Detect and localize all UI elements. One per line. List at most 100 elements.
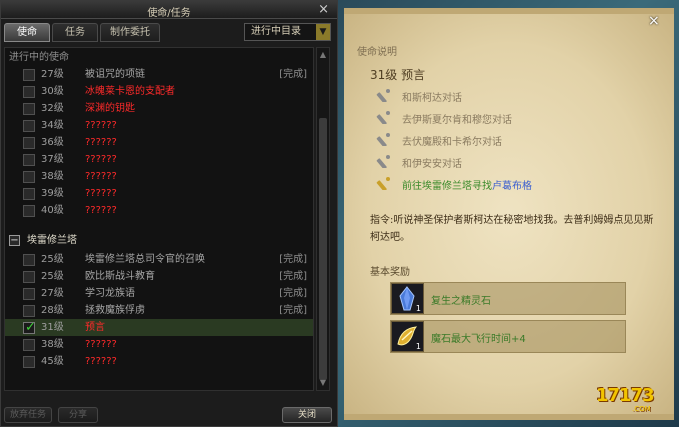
track-checkbox[interactable]: [23, 137, 35, 149]
close-icon[interactable]: ×: [648, 13, 660, 29]
site-logo: 17173 .COM: [596, 381, 674, 419]
quest-title: 31级 预言: [370, 68, 426, 82]
reward-name: 魔石最大飞行时间+4: [431, 334, 526, 345]
quest-name: ??????: [85, 171, 117, 182]
quest-row[interactable]: 32级 深渊的钥匙: [5, 100, 313, 117]
quest-name: 埃雷修兰塔总司令官的召唤: [85, 254, 205, 265]
group-header[interactable]: − 埃雷修兰塔: [5, 232, 313, 249]
scroll-thumb[interactable]: [319, 118, 327, 380]
quest-status: [完成]: [279, 288, 307, 299]
wing-stone-icon[interactable]: 1: [391, 321, 424, 352]
track-checkbox[interactable]: [23, 356, 35, 368]
track-checkbox[interactable]: [23, 86, 35, 98]
quest-name: 冰魄莱卡恩的支配者: [85, 86, 175, 97]
track-checkbox[interactable]: [23, 205, 35, 217]
track-checkbox[interactable]: [23, 188, 35, 200]
quest-name: 欧比斯战斗教育: [85, 271, 155, 282]
quest-level: 37级: [41, 154, 64, 165]
quest-row[interactable]: 25级 欧比斯战斗教育 [完成]: [5, 268, 313, 285]
track-checkbox[interactable]: [23, 171, 35, 183]
track-checkbox[interactable]: [23, 271, 35, 283]
scroll-icon: [376, 155, 390, 168]
quest-level: 40级: [41, 205, 64, 216]
quest-level: 39级: [41, 188, 64, 199]
objective-text: 去伊斯夏尔肯和穆您对话: [402, 115, 512, 126]
quest-name: ??????: [85, 154, 117, 165]
section-header-in-progress: 进行中的使命: [9, 52, 69, 63]
track-checkbox[interactable]: [23, 288, 35, 300]
quest-name: ??????: [85, 356, 117, 367]
quest-row[interactable]: 37级??????: [5, 151, 313, 168]
reward-label: 基本奖励: [370, 267, 410, 278]
window-title: 使命/任务: [147, 8, 191, 19]
quest-row[interactable]: 36级??????: [5, 134, 313, 151]
reward-item[interactable]: 1 复生之精灵石: [390, 282, 626, 315]
quest-status: [完成]: [279, 305, 307, 316]
quest-level: 38级: [41, 171, 64, 182]
crystal-icon[interactable]: 1: [391, 283, 424, 314]
reward-count: 1: [415, 342, 421, 351]
quest-level: 31级: [41, 322, 64, 333]
quest-level: 34级: [41, 120, 64, 131]
objective-text: 前往埃雷修兰塔寻找卢葛布格: [402, 181, 532, 192]
abandon-button[interactable]: 放弃任务: [4, 407, 52, 423]
quest-name: 预言: [85, 322, 105, 333]
scrollbar[interactable]: ▲ ▼: [316, 47, 330, 391]
track-checkbox[interactable]: [23, 69, 35, 81]
scroll-up-icon[interactable]: ▲: [318, 50, 328, 60]
share-button[interactable]: 分享: [58, 407, 98, 423]
track-checkbox[interactable]: [23, 120, 35, 132]
quest-level: 38级: [41, 339, 64, 350]
scroll-icon: [376, 89, 390, 102]
quest-row[interactable]: 38级??????: [5, 168, 313, 185]
quest-name: 拯救魔族俘虏: [85, 305, 145, 316]
track-checkbox[interactable]: [23, 254, 35, 266]
objective-text: 去伏魔殿和卡希尔对话: [402, 137, 502, 148]
track-checkbox[interactable]: [23, 305, 35, 317]
reward-item[interactable]: 1 魔石最大飞行时间+4: [390, 320, 626, 353]
scroll-icon: [376, 177, 390, 190]
quest-name: ??????: [85, 205, 117, 216]
objective-link[interactable]: 卢葛布格: [492, 181, 532, 192]
quest-row[interactable]: 40级??????: [5, 202, 313, 219]
group-title: 埃雷修兰塔: [27, 235, 77, 246]
quest-name: ??????: [85, 120, 117, 131]
track-checkbox[interactable]: [23, 154, 35, 166]
scroll-down-icon[interactable]: ▼: [318, 378, 328, 388]
quest-status: [完成]: [279, 254, 307, 265]
instruction-text: 指令:听说神圣保护者斯柯达在秘密地找我。去普利姆姆点见见斯柯达吧。: [370, 215, 654, 243]
filter-dropdown[interactable]: 进行中目录 ▼: [244, 23, 331, 41]
quest-level: 27级: [41, 288, 64, 299]
tab-mission[interactable]: 使命: [4, 23, 50, 42]
close-button[interactable]: 关闭: [282, 407, 332, 423]
quest-row[interactable]: 30级 冰魄莱卡恩的支配者: [5, 83, 313, 100]
quest-level: 25级: [41, 254, 64, 265]
quest-row[interactable]: 27级 学习龙族语 [完成]: [5, 285, 313, 302]
quest-row[interactable]: 45级??????: [5, 353, 313, 370]
quest-row[interactable]: 34级??????: [5, 117, 313, 134]
reward-name: 复生之精灵石: [431, 296, 491, 307]
quest-row[interactable]: 39级??????: [5, 185, 313, 202]
quest-row[interactable]: 28级 拯救魔族俘虏 [完成]: [5, 302, 313, 319]
quest-name: 被诅咒的项链: [85, 69, 145, 80]
tab-crafting[interactable]: 制作委托: [100, 23, 160, 42]
quest-row[interactable]: 25级 埃雷修兰塔总司令官的召唤 [完成]: [5, 251, 313, 268]
objective-text: 和伊安安对话: [402, 159, 462, 170]
quest-level: 28级: [41, 305, 64, 316]
quest-name: ??????: [85, 137, 117, 148]
quest-level: 25级: [41, 271, 64, 282]
quest-row[interactable]: 38级??????: [5, 336, 313, 353]
track-checkbox[interactable]: [23, 319, 36, 336]
track-checkbox[interactable]: [23, 339, 35, 351]
quest-row[interactable]: 27级 被诅咒的项链 [完成]: [5, 66, 313, 83]
quest-row[interactable]: 31级 预言: [5, 319, 313, 336]
chevron-down-icon[interactable]: ▼: [316, 24, 330, 40]
quest-name: 学习龙族语: [85, 288, 135, 299]
close-icon[interactable]: ×: [318, 2, 329, 17]
logo-text: 17173: [596, 385, 655, 406]
filter-value: 进行中目录: [251, 26, 301, 37]
tab-quest[interactable]: 任务: [52, 23, 98, 42]
track-checkbox[interactable]: [23, 103, 35, 115]
title-bar[interactable]: 使命/任务 ×: [1, 1, 337, 19]
collapse-icon[interactable]: −: [9, 235, 20, 246]
